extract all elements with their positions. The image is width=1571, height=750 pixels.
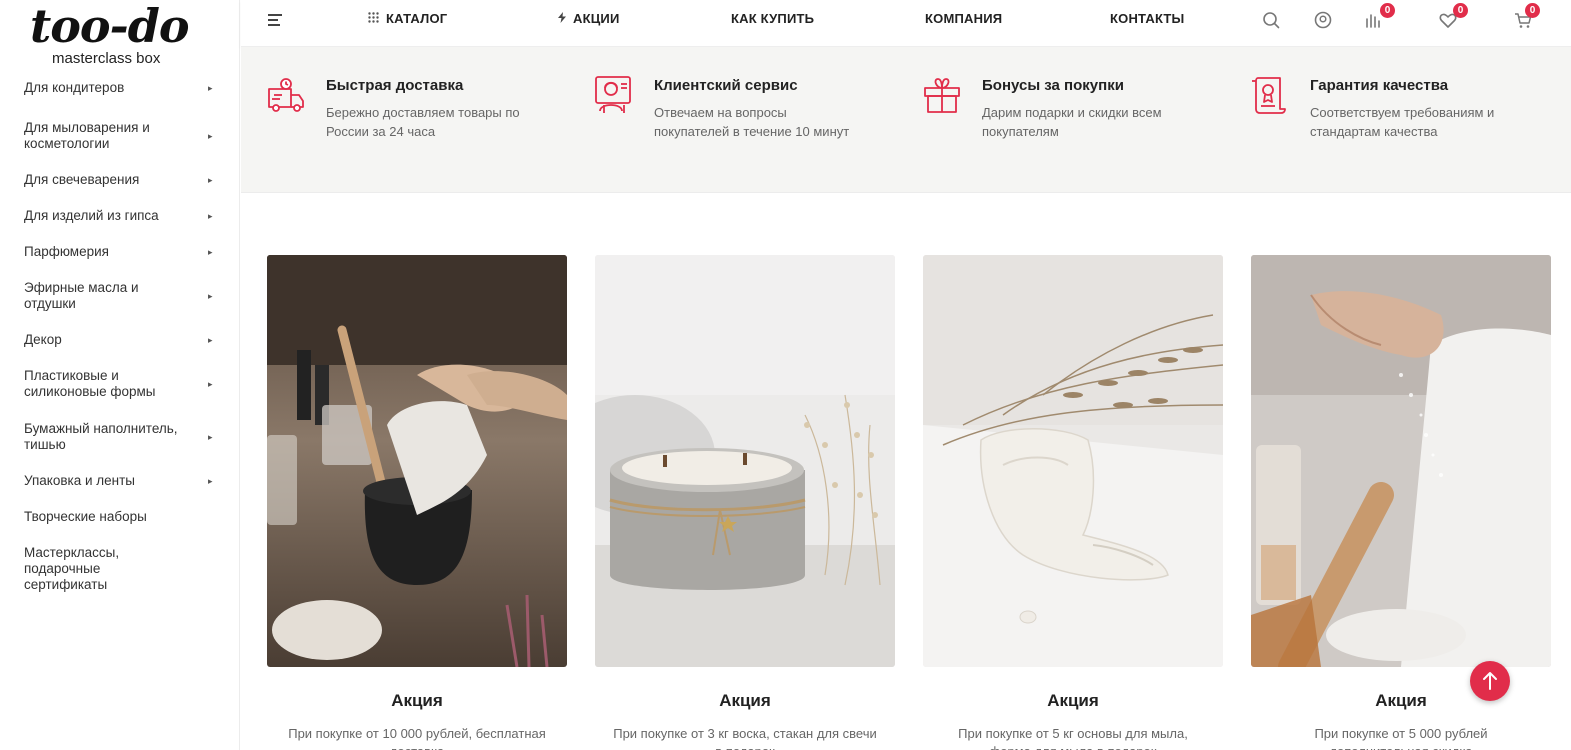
sidebar-item-label: Мастерклассы, подарочные сертификаты [24, 545, 120, 592]
promo-image[interactable] [1251, 255, 1551, 667]
feature-text: Бережно доставляем товары по России за 2… [326, 105, 520, 139]
feature-bonuses: Бонусы за покупки Дарим подарки и скидки… [922, 75, 1222, 155]
compare-count-badge: 0 [1380, 3, 1395, 18]
promo-text: При покупке от 5 кг основы для мыла, фор… [958, 726, 1188, 750]
promo-image[interactable] [923, 255, 1223, 667]
nav-contacts[interactable]: КОНТАКТЫ [1110, 11, 1184, 26]
promo-text: При покупке от 10 000 рублей, бесплатная… [288, 726, 546, 750]
nav-how-to-buy[interactable]: КАК КУПИТЬ [731, 11, 814, 26]
menu-toggle-icon[interactable] [268, 14, 282, 26]
sidebar-item-oils[interactable]: Эфирные масла и отдушки ▸ [0, 280, 213, 312]
sidebar: too-do masterclass box Для кондитеров ▸ … [0, 0, 240, 750]
delivery-truck-icon [266, 75, 306, 115]
nav-promo[interactable]: АКЦИИ [558, 11, 620, 26]
feature-delivery: Быстрая доставка Бережно доставляем това… [266, 75, 566, 155]
promo-title: Акция [719, 691, 771, 710]
features-strip: Быстрая доставка Бережно доставляем това… [241, 47, 1571, 193]
logo[interactable]: too-do masterclass box [30, 0, 195, 68]
sidebar-item-perfume[interactable]: Парфюмерия ▸ [0, 244, 213, 260]
feature-text: Отвечаем на вопросы покупателей в течени… [654, 105, 850, 139]
sidebar-item-label: Для кондитеров [24, 80, 125, 95]
sidebar-item-packaging[interactable]: Упаковка и ленты ▸ [0, 473, 213, 489]
promo-image[interactable] [267, 255, 567, 667]
sidebar-item-label: Для свечеварения [24, 172, 140, 187]
chevron-right-icon: ▸ [208, 131, 213, 141]
sidebar-item-soap[interactable]: Для мыловарения и косметологии ▸ [0, 120, 213, 152]
sidebar-item-molds[interactable]: Пластиковые и силиконовые формы ▸ [0, 368, 213, 400]
logo-tagline: masterclass box [52, 50, 161, 67]
promo-card[interactable]: Акция При покупке от 10 000 рублей, бесп… [267, 255, 567, 750]
scroll-to-top-button[interactable] [1470, 661, 1510, 701]
lightning-icon [558, 11, 566, 26]
logo-text: too-do [30, 0, 190, 53]
nav-catalog-label: КАТАЛОГ [386, 11, 448, 26]
gift-icon [922, 75, 962, 115]
feature-text: Дарим подарки и скидки всем покупателям [982, 105, 1162, 139]
cart-count-badge: 0 [1525, 3, 1540, 18]
top-header: КАТАЛОГ АКЦИИ КАК КУПИТЬ КОМПАНИЯ КОНТАК… [241, 0, 1571, 47]
sidebar-item-masterclasses[interactable]: Мастерклассы, подарочные сертификаты [0, 545, 168, 593]
feature-title: Бонусы за покупки [982, 77, 1124, 94]
feature-quality: Гарантия качества Соответствуем требован… [1250, 75, 1550, 155]
search-icon[interactable] [1260, 9, 1282, 31]
promo-image[interactable] [595, 255, 895, 667]
chevron-right-icon: ▸ [208, 247, 213, 257]
chevron-right-icon: ▸ [208, 379, 213, 389]
chevron-right-icon: ▸ [208, 335, 213, 345]
nav-catalog[interactable]: КАТАЛОГ [368, 11, 447, 26]
sidebar-item-label: Декор [24, 332, 62, 347]
nav-company[interactable]: КОМПАНИЯ [925, 11, 1002, 26]
support-agent-icon [594, 75, 634, 115]
sidebar-item-label: Для мыловарения и косметологии [24, 120, 150, 151]
nav-promo-label: АКЦИИ [573, 11, 620, 26]
sidebar-item-label: Бумажный наполнитель, тишью [24, 421, 178, 452]
sidebar-item-decor[interactable]: Декор ▸ [0, 332, 213, 348]
sidebar-item-label: Упаковка и ленты [24, 473, 136, 488]
feature-title: Клиентский сервис [654, 77, 798, 94]
sidebar-item-confectioners[interactable]: Для кондитеров ▸ [0, 80, 213, 96]
sidebar-item-label: Для изделий из гипса [24, 208, 159, 223]
feature-title: Быстрая доставка [326, 77, 464, 94]
grid-dots-icon [368, 11, 379, 26]
sidebar-item-paper-filler[interactable]: Бумажный наполнитель, тишью ▸ [0, 421, 213, 453]
feature-text: Соответствуем требованиям и стандартам к… [1310, 105, 1495, 139]
nav-contacts-label: КОНТАКТЫ [1110, 11, 1185, 26]
chevron-right-icon: ▸ [208, 83, 213, 93]
arrow-up-icon [1483, 672, 1497, 690]
promo-text: При покупке от 3 кг воска, стакан для св… [613, 726, 877, 750]
chevron-right-icon: ▸ [208, 211, 213, 221]
favorites-count-badge: 0 [1453, 3, 1468, 18]
sidebar-item-label: Парфюмерия [24, 244, 109, 259]
chevron-right-icon: ▸ [208, 432, 213, 442]
promo-card[interactable]: Акция При покупке от 3 кг воска, стакан … [595, 255, 895, 750]
promo-card[interactable]: Акция При покупке от 5 кг основы для мыл… [923, 255, 1223, 750]
sidebar-item-label: Творческие наборы [24, 509, 147, 524]
chevron-right-icon: ▸ [208, 476, 213, 486]
nav-company-label: КОМПАНИЯ [925, 11, 1003, 26]
certificate-icon [1250, 75, 1290, 115]
sidebar-item-gypsum[interactable]: Для изделий из гипса ▸ [0, 208, 213, 224]
promo-title: Акция [391, 691, 443, 710]
chevron-right-icon: ▸ [208, 175, 213, 185]
sidebar-item-creative-kits[interactable]: Творческие наборы [0, 509, 208, 525]
feature-title: Гарантия качества [1310, 77, 1449, 94]
account-icon[interactable] [1312, 9, 1334, 31]
sidebar-item-candles[interactable]: Для свечеварения ▸ [0, 172, 213, 188]
promo-text: При покупке от 5 000 рублей дополнительн… [1314, 726, 1488, 750]
promo-title: Акция [1047, 691, 1099, 710]
feature-service: Клиентский сервис Отвечаем на вопросы по… [594, 75, 894, 155]
chevron-right-icon: ▸ [208, 291, 213, 301]
sidebar-item-label: Пластиковые и силиконовые формы [24, 368, 156, 399]
sidebar-item-label: Эфирные масла и отдушки [24, 280, 139, 311]
nav-how-to-buy-label: КАК КУПИТЬ [731, 11, 815, 26]
